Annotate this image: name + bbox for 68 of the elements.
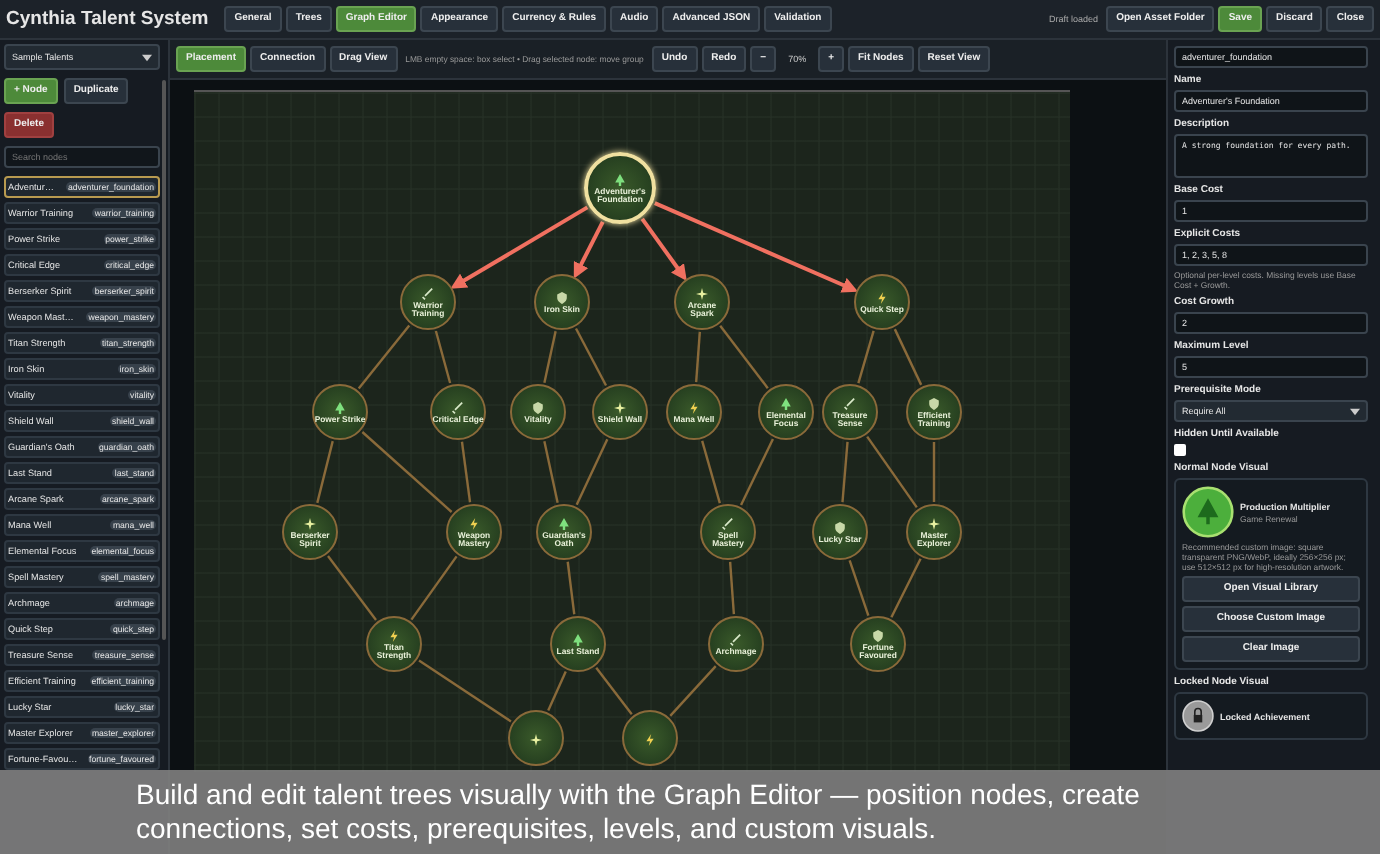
app-title: Cynthia Talent System xyxy=(6,8,209,30)
node-emblem-icon xyxy=(780,398,792,411)
connection-line[interactable] xyxy=(701,440,721,504)
connection-line[interactable] xyxy=(728,561,736,615)
connection-line[interactable] xyxy=(841,441,849,503)
node-emblem-icon xyxy=(532,402,544,415)
node-emblem-icon xyxy=(688,402,700,415)
node-emblem-icon xyxy=(614,174,626,187)
connection-line[interactable] xyxy=(575,438,609,506)
node-emblem-icon xyxy=(722,518,734,531)
connection-arrow[interactable] xyxy=(640,217,687,281)
node-emblem-icon xyxy=(872,630,884,643)
tree-badge-icon xyxy=(1182,486,1234,539)
node-emblem-icon xyxy=(452,402,464,415)
connection-line[interactable] xyxy=(932,442,936,502)
chevron-icon xyxy=(142,53,152,61)
connection-line[interactable] xyxy=(361,431,453,513)
connection-line[interactable] xyxy=(893,328,923,386)
connection-line[interactable] xyxy=(695,331,701,383)
connection-line[interactable] xyxy=(669,665,717,717)
node-emblem-icon xyxy=(730,634,742,647)
connection-line[interactable] xyxy=(357,324,411,390)
connection-line[interactable] xyxy=(890,558,922,618)
node-emblem-icon xyxy=(556,292,568,305)
connection-line[interactable] xyxy=(857,330,875,384)
node-emblem-icon xyxy=(388,630,400,643)
connection-arrow[interactable] xyxy=(573,220,605,279)
connection-line[interactable] xyxy=(574,327,608,387)
connection-arrow[interactable] xyxy=(450,205,589,289)
node-emblem-icon xyxy=(572,634,584,647)
connection-line[interactable] xyxy=(719,325,769,389)
connection-line[interactable] xyxy=(410,555,458,621)
connection-line[interactable] xyxy=(848,560,870,616)
talent-node[interactable] xyxy=(622,710,678,766)
connection-line[interactable] xyxy=(595,667,633,715)
connection-arrow[interactable] xyxy=(654,201,859,293)
hidden-checkbox[interactable] xyxy=(1174,444,1186,457)
connection-line[interactable] xyxy=(543,331,557,383)
node-emblem-icon xyxy=(928,518,940,531)
node-emblem-icon xyxy=(644,733,656,745)
node-emblem-icon xyxy=(304,518,316,531)
connection-line[interactable] xyxy=(434,330,452,384)
node-emblem-icon xyxy=(422,288,434,301)
talent-node[interactable] xyxy=(508,710,564,766)
node-emblem-icon xyxy=(334,402,346,415)
scrollbar[interactable] xyxy=(162,80,166,640)
node-emblem-icon xyxy=(844,398,856,411)
node-emblem-icon xyxy=(468,518,480,531)
connection-line[interactable] xyxy=(327,555,377,621)
connection-line[interactable] xyxy=(547,670,567,712)
node-emblem-icon xyxy=(876,292,888,305)
connection-line[interactable] xyxy=(460,441,472,503)
connection-line[interactable] xyxy=(418,659,512,723)
node-emblem-icon xyxy=(558,518,570,531)
chevron-icon xyxy=(1350,407,1360,416)
node-emblem-icon xyxy=(928,398,940,411)
node-emblem-icon xyxy=(834,522,846,535)
connection-line[interactable] xyxy=(566,561,576,615)
node-emblem-icon xyxy=(696,288,708,301)
graph-canvas[interactable] xyxy=(194,90,1070,772)
connection-line[interactable] xyxy=(739,438,775,506)
lock-badge-icon xyxy=(1182,700,1214,733)
connection-line[interactable] xyxy=(866,435,918,509)
caption-text: Build and edit talent trees visually with the Graph Editor — position nodes, create connections, set costs, prerequisites, levels, and custom visuals. xyxy=(0,770,1380,854)
connection-line[interactable] xyxy=(316,440,334,504)
node-emblem-icon xyxy=(530,733,542,745)
node-emblem-icon xyxy=(614,402,626,415)
connection-line[interactable] xyxy=(543,441,559,503)
